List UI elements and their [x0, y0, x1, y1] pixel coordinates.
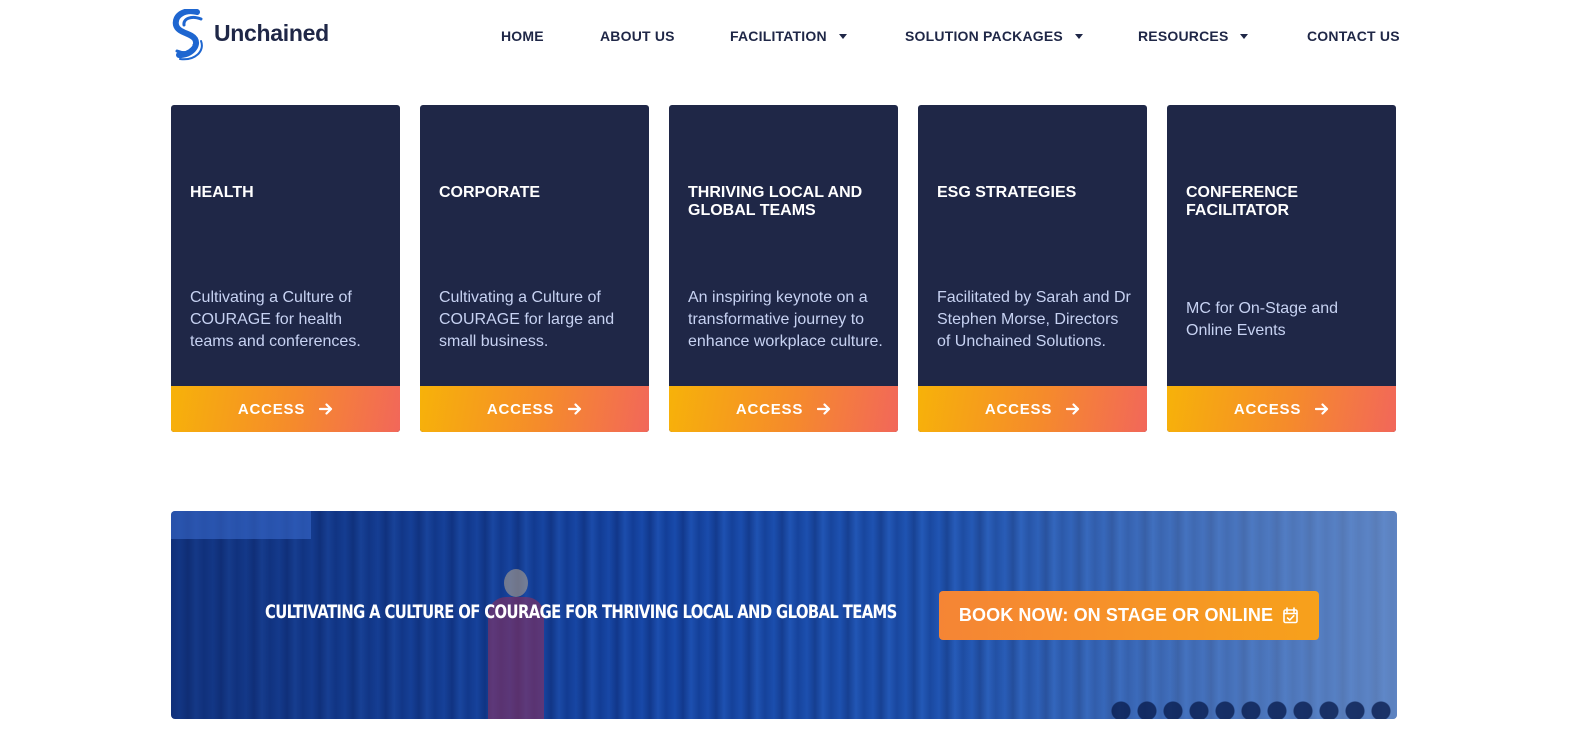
card-description: Cultivating a Culture of COURAGE for hea…: [190, 289, 361, 350]
access-button[interactable]: ACCESS: [1167, 386, 1396, 432]
card-corporate: CORPORATE Cultivating a Culture of COURA…: [420, 105, 649, 432]
card-title: HEALTH: [190, 184, 254, 201]
calendar-check-icon: [1283, 607, 1298, 624]
access-button[interactable]: ACCESS: [171, 386, 400, 432]
site-header: Unchained HOME ABOUT US FACILITATION SOL…: [0, 0, 1586, 80]
nav-item-solution-packages[interactable]: SOLUTION PACKAGES: [905, 28, 1083, 44]
card-title: ESG STRATEGIES: [937, 184, 1077, 201]
caret-down-icon: [838, 34, 847, 39]
service-cards: HEALTH Cultivating a Culture of COURAGE …: [171, 105, 1397, 432]
card-description: Cultivating a Culture of COURAGE for lar…: [439, 289, 615, 350]
access-button-label: ACCESS: [984, 400, 1053, 418]
card-description: Facilitated by Sarah and Dr Stephen Mors…: [937, 289, 1131, 350]
access-button-label: ACCESS: [486, 400, 555, 418]
arrow-right-icon: [817, 403, 831, 415]
book-now-button[interactable]: BOOK NOW: ON STAGE OR ONLINE: [939, 591, 1319, 640]
nav-item-home[interactable]: HOME: [501, 28, 544, 44]
nav-item-contact-us[interactable]: CONTACT US: [1307, 28, 1400, 44]
card-title: CORPORATE: [439, 184, 541, 201]
card-thriving-teams: THRIVING LOCAL AND GLOBAL TEAMS An inspi…: [669, 105, 898, 432]
nav-item-label: RESOURCES: [1138, 28, 1229, 44]
caret-down-icon: [1240, 34, 1249, 39]
nav-item-facilitation[interactable]: FACILITATION: [730, 28, 847, 44]
card-esg-strategies: ESG STRATEGIES Facilitated by Sarah and …: [918, 105, 1147, 432]
banner-headline: CULTIVATING A CULTURE OF COURAGE FOR THR…: [265, 601, 897, 623]
stage-screen-decoration: [171, 511, 311, 539]
speaker-silhouette: [476, 569, 556, 719]
nav-item-label: SOLUTION PACKAGES: [905, 28, 1063, 44]
nav-item-resources[interactable]: RESOURCES: [1138, 28, 1249, 44]
card-health: HEALTH Cultivating a Culture of COURAGE …: [171, 105, 400, 432]
arrow-right-icon: [1315, 403, 1329, 415]
access-button-label: ACCESS: [735, 400, 804, 418]
access-button[interactable]: ACCESS: [918, 386, 1147, 432]
nav-item-label: HOME: [501, 28, 544, 44]
nav-item-label: ABOUT US: [600, 28, 675, 44]
card-conference-facilitator: CONFERENCE FACILITATOR MC for On-Stage a…: [1167, 105, 1396, 432]
arrow-right-icon: [568, 403, 582, 415]
book-now-label: BOOK NOW: ON STAGE OR ONLINE: [958, 605, 1274, 625]
access-button-label: ACCESS: [1233, 400, 1302, 418]
card-title: THRIVING LOCAL AND GLOBAL TEAMS: [688, 184, 863, 219]
caret-down-icon: [1074, 34, 1083, 39]
card-title: CONFERENCE FACILITATOR: [1186, 184, 1299, 219]
arrow-right-icon: [1066, 403, 1080, 415]
cta-banner: CULTIVATING A CULTURE OF COURAGE FOR THR…: [171, 511, 1397, 719]
main-nav: HOME ABOUT US FACILITATION SOLUTION PACK…: [0, 28, 1586, 48]
nav-item-label: FACILITATION: [730, 28, 827, 44]
access-button[interactable]: ACCESS: [669, 386, 898, 432]
nav-item-about-us[interactable]: ABOUT US: [600, 28, 675, 44]
access-button-label: ACCESS: [237, 400, 306, 418]
card-description: MC for On-Stage and Online Events: [1186, 300, 1339, 339]
audience-silhouette: [1111, 691, 1397, 719]
access-button[interactable]: ACCESS: [420, 386, 649, 432]
arrow-right-icon: [319, 403, 333, 415]
card-description: An inspiring keynote on a transformative…: [688, 289, 883, 350]
nav-item-label: CONTACT US: [1307, 28, 1400, 44]
